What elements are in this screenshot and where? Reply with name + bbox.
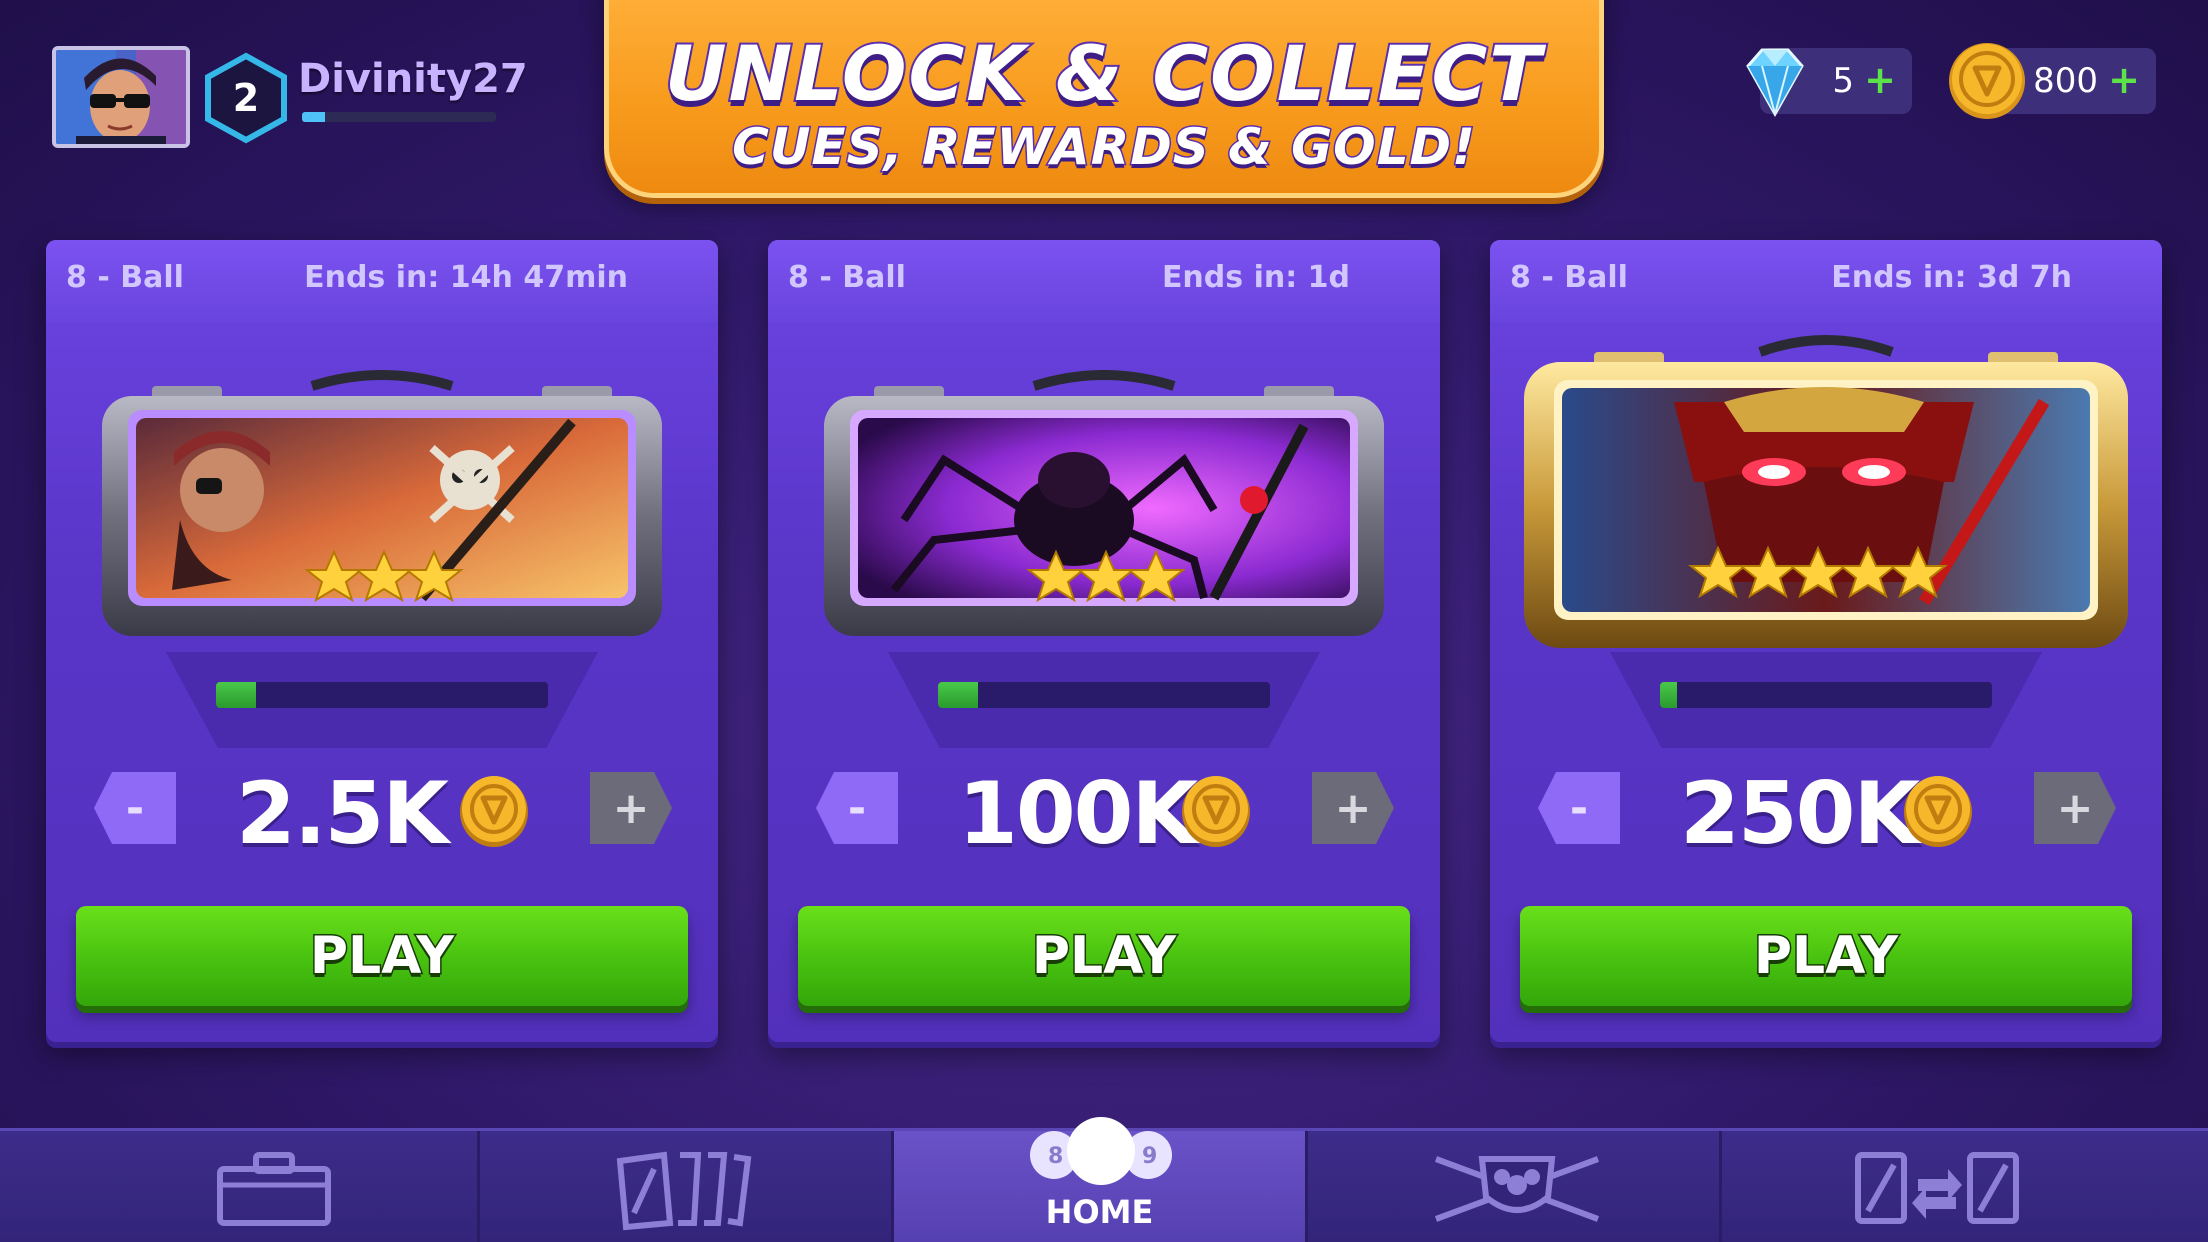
card-header: 8 - Ball Ends in: 3d 7h [1490,240,2162,322]
svg-text:9: 9 [1142,1144,1157,1169]
svg-text:8: 8 [1048,1144,1063,1169]
samurai-cue-case[interactable] [1524,332,2128,652]
spider-cue-case[interactable] [824,370,1384,640]
nav-item-trade[interactable] [1722,1131,2136,1242]
stake-amount: 250K [1680,764,1920,864]
xp-progress-bar [302,112,496,122]
banner-title: UNLOCK & COLLECT [663,27,1544,120]
tournament-card[interactable]: 8 - Ball Ends in: 14h 47min - 2.5K + PLA… [46,240,718,1042]
player-avatar[interactable] [52,46,190,148]
nav-item-cues[interactable] [480,1131,894,1242]
player-name[interactable]: Divinity27 [298,56,528,102]
play-button[interactable]: PLAY [76,906,688,1006]
ends-in-label: Ends in: 14h 47min [304,260,628,295]
increase-stake-button[interactable]: + [2034,772,2116,844]
ends-in-label: Ends in: 3d 7h [1831,260,2072,295]
xp-progress-fill [302,112,326,122]
level-number: 2 [232,76,260,120]
nav-item-inventory[interactable] [66,1131,480,1242]
decrease-stake-button[interactable]: - [816,772,898,844]
progress-fill [216,682,256,708]
cue-cards-icon [616,1151,752,1231]
coins-value: 800 [2033,61,2098,101]
progress-bar [1660,682,1992,708]
billiard-balls-icon: 8 9 [1030,1117,1172,1185]
promo-banner[interactable]: UNLOCK & COLLECT CUES, REWARDS & GOLD! [604,0,1604,198]
pirate-cue-case[interactable] [102,370,662,640]
decrease-stake-button[interactable]: - [94,772,176,844]
game-mode-label: 8 - Ball [788,260,906,295]
nav-label-home: HOME [1045,1193,1154,1231]
progress-bar [216,682,548,708]
nav-item-home[interactable]: 8 9 HOME [894,1117,1308,1242]
tournament-card[interactable]: 8 - Ball Ends in: 3d 7h - 250K + PLAY [1490,240,2162,1042]
game-mode-label: 8 - Ball [1510,260,1628,295]
gold-coin-icon [1949,43,2025,119]
game-mode-label: 8 - Ball [66,260,184,295]
card-header: 8 - Ball Ends in: 1d [768,240,1440,322]
gems-value: 5 [1832,61,1854,101]
banner-subtitle: CUES, REWARDS & GOLD! [731,117,1477,178]
level-badge: 2 [204,52,288,144]
gold-coin-icon [1182,776,1250,847]
add-gems-button[interactable]: + [1860,60,1900,102]
card-header: 8 - Ball Ends in: 14h 47min [46,240,718,322]
gems-counter[interactable]: 5 + [1746,48,1912,118]
progress-bar [938,682,1270,708]
diamond-icon [1746,48,1804,118]
trade-icon [1855,1152,2019,1224]
progress-fill [1660,682,1677,708]
decrease-stake-button[interactable]: - [1538,772,1620,844]
coins-counter[interactable]: 800 + [1949,43,2156,119]
stake-amount: 100K [958,764,1198,864]
tournament-card[interactable]: 8 - Ball Ends in: 1d - 100K + PLAY [768,240,1440,1042]
play-button[interactable]: PLAY [1520,906,2132,1006]
ends-in-label: Ends in: 1d [1161,260,1350,295]
play-button[interactable]: PLAY [798,906,1410,1006]
increase-stake-button[interactable]: + [1312,772,1394,844]
club-shield-icon [1434,1156,1600,1222]
progress-fill [938,682,978,708]
briefcase-icon [217,1152,331,1226]
gold-coin-icon [460,776,528,847]
bottom-navigation: 8 9 HOME [0,1117,2208,1242]
add-coins-button[interactable]: + [2104,60,2144,102]
gold-coin-icon [1904,776,1972,847]
stake-amount: 2.5K [236,764,449,864]
nav-item-club[interactable] [1308,1131,1722,1242]
increase-stake-button[interactable]: + [590,772,672,844]
